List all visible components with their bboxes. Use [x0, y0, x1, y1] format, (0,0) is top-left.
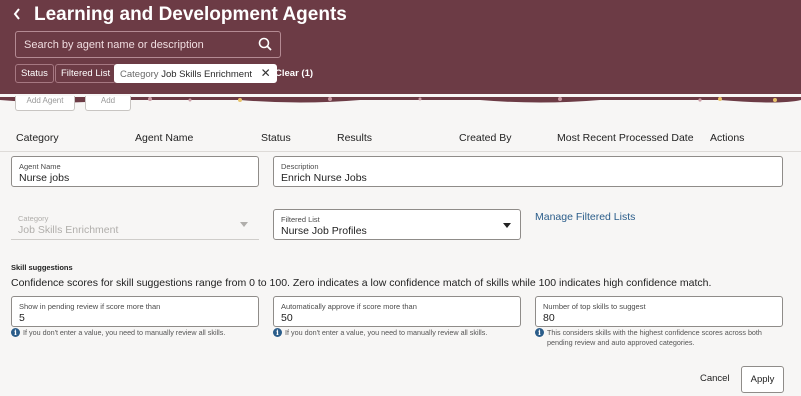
clear-filters-link[interactable]: Clear (1) [275, 66, 313, 82]
chip-label: Category [120, 69, 159, 80]
info-icon: i [11, 328, 20, 337]
top-skills-help-line2: pending review and auto approved categor… [547, 338, 695, 347]
top-skills-help-line1: This considers skills with the highest c… [547, 328, 762, 337]
category-value: Job Skills Enrichment [18, 224, 119, 236]
auto-approve-value[interactable]: 50 [281, 311, 293, 325]
manage-filtered-lists-link[interactable]: Manage Filtered Lists [535, 210, 635, 224]
category-select: Category Job Skills Enrichment [11, 209, 259, 240]
description-value[interactable]: Enrich Nurse Jobs [281, 171, 367, 185]
top-skills-field[interactable]: Number of top skills to suggest 80 [535, 296, 783, 327]
auto-approve-label: Automatically approve if score more than [281, 302, 417, 311]
chevron-down-icon[interactable] [503, 223, 511, 228]
description-field[interactable]: Description Enrich Nurse Jobs [273, 156, 783, 187]
section-title-skill-suggestions: Skill suggestions [11, 263, 73, 272]
description-label: Description [281, 162, 319, 171]
pending-review-label: Show in pending review if score more tha… [19, 302, 161, 311]
info-icon: i [273, 328, 282, 337]
search-icon[interactable] [258, 37, 272, 51]
agent-name-field[interactable]: Agent Name Nurse jobs [11, 156, 259, 187]
add-button[interactable]: Add [85, 96, 131, 111]
divider [0, 151, 801, 152]
pending-review-help: If you don't enter a value, you need to … [23, 328, 226, 337]
filtered-list-label: Filtered List [281, 215, 320, 224]
agent-name-label: Agent Name [19, 162, 61, 171]
info-icon: i [535, 328, 544, 337]
pending-review-value[interactable]: 5 [19, 311, 25, 325]
column-header-status[interactable]: Status [261, 131, 291, 145]
pending-review-field[interactable]: Show in pending review if score more tha… [11, 296, 259, 327]
filter-chip-status[interactable]: Status [15, 64, 54, 83]
column-header-created-by[interactable]: Created By [459, 131, 512, 145]
filter-chip-category[interactable]: Category Job Skills Enrichment ✕ [114, 64, 277, 83]
apply-button[interactable]: Apply [741, 366, 784, 393]
column-header-category[interactable]: Category [16, 131, 59, 145]
search-input[interactable] [15, 31, 281, 58]
filtered-list-select[interactable]: Filtered List Nurse Job Profiles [273, 209, 521, 240]
back-icon[interactable] [12, 6, 28, 26]
top-skills-label: Number of top skills to suggest [543, 302, 646, 311]
top-skills-value[interactable]: 80 [543, 311, 555, 325]
chip-value: Job Skills Enrichment [161, 69, 253, 80]
auto-approve-field[interactable]: Automatically approve if score more than… [273, 296, 521, 327]
category-label: Category [18, 214, 49, 223]
skill-description: Confidence scores for skill suggestions … [11, 277, 712, 289]
column-header-actions: Actions [710, 132, 745, 144]
chevron-down-icon [240, 222, 248, 227]
column-header-results[interactable]: Results [337, 131, 372, 145]
column-header-processed-date[interactable]: Most Recent Processed Date [557, 131, 694, 145]
filtered-list-value[interactable]: Nurse Job Profiles [281, 224, 367, 238]
page-title: Learning and Development Agents [34, 4, 347, 25]
add-agent-button[interactable]: Add Agent [15, 96, 75, 111]
agent-name-value[interactable]: Nurse jobs [19, 171, 69, 185]
cancel-button[interactable]: Cancel [700, 373, 730, 385]
filter-chip-filtered-list[interactable]: Filtered List [55, 64, 117, 83]
page-header: Learning and Development Agents Status F… [0, 0, 801, 96]
column-header-agent-name[interactable]: Agent Name [135, 131, 193, 145]
auto-approve-help: If you don't enter a value, you need to … [285, 328, 488, 337]
close-icon[interactable]: ✕ [261, 65, 271, 82]
